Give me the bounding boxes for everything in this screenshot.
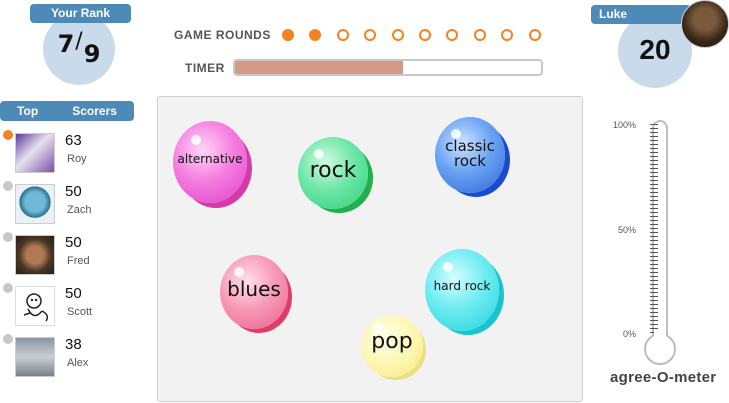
rank-label: Your Rank [30, 4, 131, 23]
avatar [15, 337, 55, 377]
top-scorers-label-right: Scorers [72, 104, 117, 118]
round-dot [391, 29, 404, 41]
scorer-row[interactable]: 63 Roy [0, 130, 150, 180]
bubble-classic-rock[interactable]: classic rock [435, 117, 505, 193]
game-rounds-label: GAME ROUNDS [174, 28, 271, 42]
bubble-label: pop [371, 329, 413, 354]
bubble-label: blues [227, 277, 281, 301]
game-rounds-indicator [282, 29, 541, 41]
game-board: alternative rock classic rock blues hard… [157, 96, 583, 402]
dot-icon [3, 283, 13, 293]
round-dot [528, 29, 541, 41]
bubble-alternative[interactable]: alternative [173, 121, 247, 203]
scorer-name: Fred [67, 255, 90, 267]
player-avatar [681, 0, 729, 48]
avatar [15, 235, 55, 275]
dot-icon [3, 232, 13, 242]
round-dot [473, 29, 486, 41]
avatar [15, 184, 55, 224]
scorer-score: 50 [65, 183, 82, 200]
scorer-name: Roy [67, 153, 87, 165]
scorer-row[interactable]: 50 Scott [0, 283, 150, 333]
timer-fill [235, 61, 404, 74]
dot-icon [3, 181, 13, 191]
agree-meter-label: agree-O-meter [610, 369, 717, 386]
scorer-row[interactable]: 38 Alex [0, 334, 150, 384]
round-dot [501, 29, 514, 41]
round-dot [446, 29, 459, 41]
timer-label: TIMER [185, 61, 225, 75]
meter-tick-50: 50% [617, 225, 636, 235]
meter-tick-0: 0% [622, 329, 636, 339]
dot-icon [3, 334, 13, 344]
rank-position: 7 [57, 30, 75, 58]
meter-tick-100: 100% [612, 120, 636, 130]
round-dot [364, 29, 377, 41]
scorer-row[interactable]: 50 Fred [0, 232, 150, 282]
avatar [15, 286, 55, 326]
round-dot [336, 29, 349, 41]
leader-dot-icon [3, 130, 13, 140]
round-dot [282, 29, 294, 41]
avatar [15, 133, 55, 173]
player-name: Luke [591, 5, 691, 24]
scorer-score: 50 [65, 234, 82, 251]
scorer-score: 50 [65, 285, 82, 302]
player-score: 20 [639, 34, 671, 65]
rank-total: 9 [83, 40, 101, 68]
bubble-label: alternative [177, 152, 243, 166]
bubble-blues[interactable]: blues [220, 255, 288, 329]
bubble-label: rock [309, 158, 357, 183]
scorer-row[interactable]: 50 Zach [0, 181, 150, 231]
agree-meter-ticks [650, 124, 658, 334]
scorer-name: Alex [67, 357, 89, 369]
round-dot [309, 29, 322, 41]
bubble-pop[interactable]: pop [361, 315, 423, 377]
round-dot [418, 29, 431, 41]
bubble-label: hard rock [433, 279, 491, 293]
rank-separator: / [75, 29, 83, 54]
top-scorers-label-left: Top [17, 104, 39, 118]
bubble-hard-rock[interactable]: hard rock [425, 249, 499, 331]
bubble-rock[interactable]: rock [298, 137, 368, 209]
scorer-name: Scott [67, 306, 93, 318]
timer-bar [233, 59, 543, 76]
scorer-score: 38 [65, 336, 82, 353]
scorer-name: Zach [67, 204, 92, 216]
monkey-icon [23, 293, 49, 322]
rank-value: 7/9 [43, 26, 115, 78]
top-scorers-header: Top Scorers [0, 101, 134, 121]
bubble-label: classic rock [445, 137, 495, 170]
scorer-score: 63 [65, 132, 82, 149]
